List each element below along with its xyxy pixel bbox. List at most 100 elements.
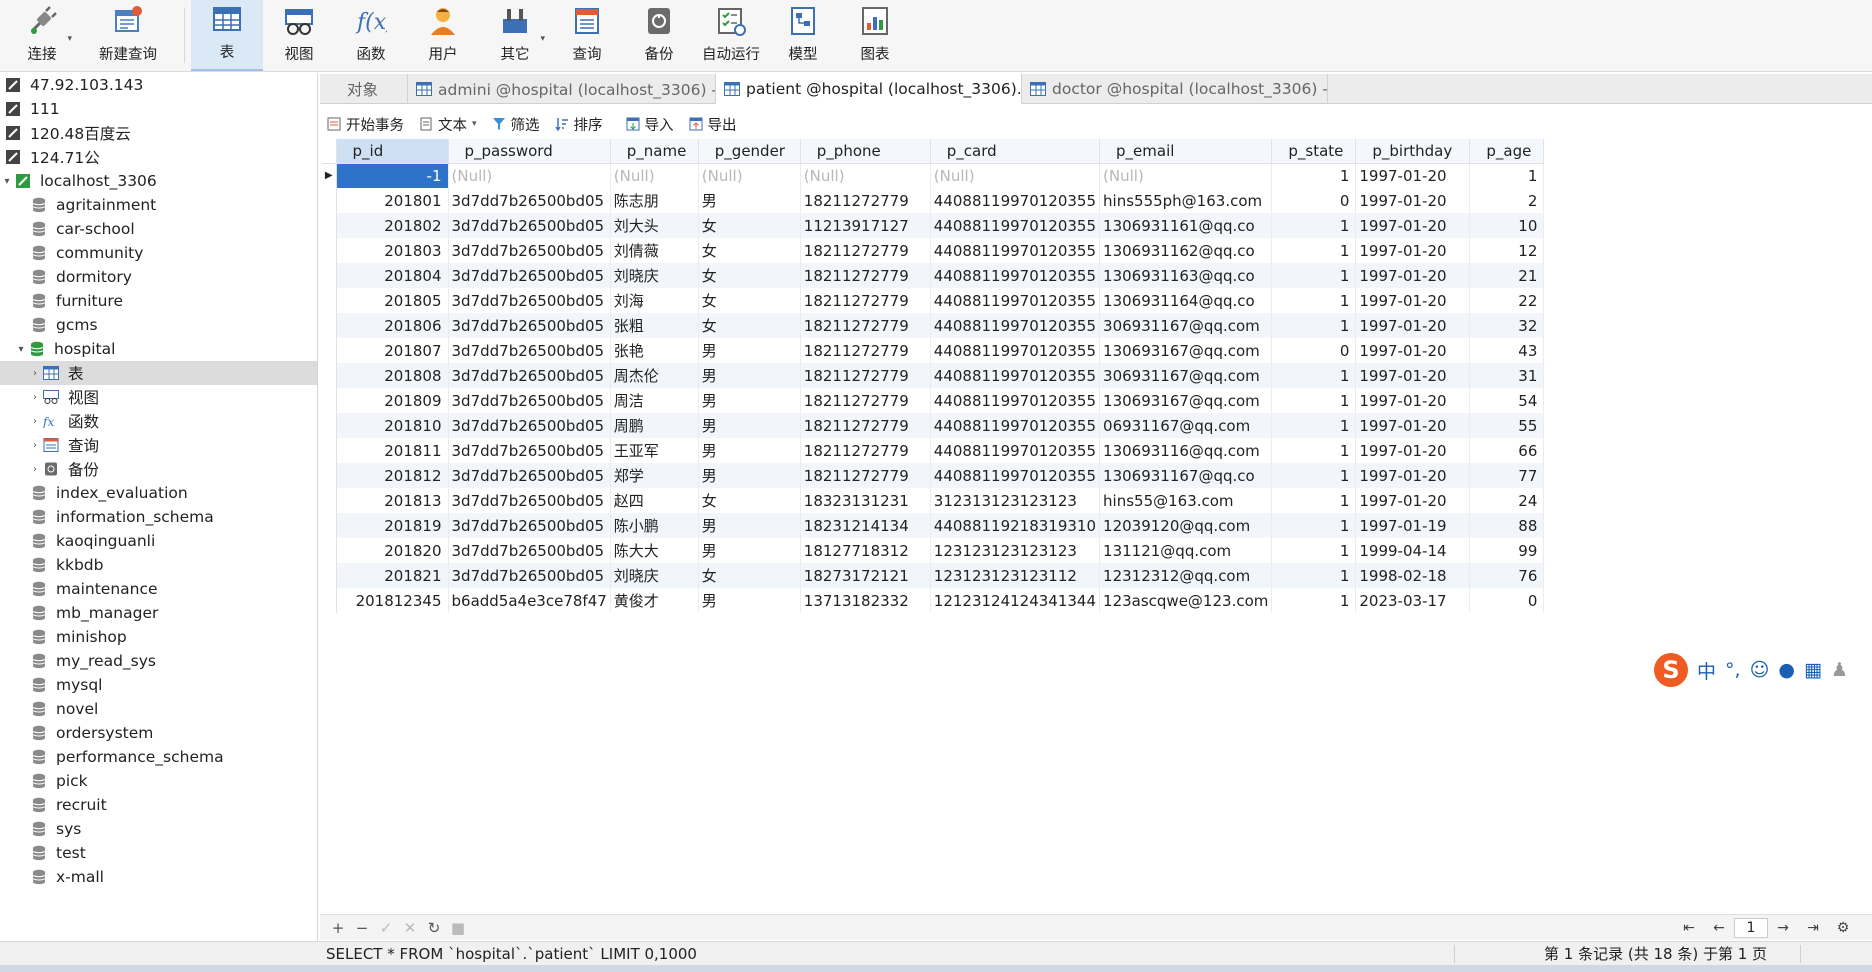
grid-cell[interactable]: 男 — [698, 538, 801, 563]
grid-cell[interactable]: 44088119970120355 — [930, 363, 1101, 388]
grid-cell[interactable]: 1997-01-20 — [1355, 338, 1471, 363]
grid-cell[interactable]: 刘大头 — [610, 213, 699, 238]
row-header[interactable] — [322, 263, 337, 288]
grid-cell[interactable]: 21 — [1469, 263, 1545, 288]
grid-cell[interactable]: 3d7dd7b26500bd05 — [448, 463, 611, 488]
tab-patient[interactable]: patient @hospital (localhost_3306)... × — [716, 74, 1022, 104]
autorun-button[interactable]: 自动运行 — [695, 0, 767, 71]
grid-cell[interactable]: 306931167@qq.com — [1099, 313, 1273, 338]
grid-cell[interactable]: 1997-01-20 — [1355, 463, 1471, 488]
database-node[interactable]: furniture — [0, 289, 317, 313]
grid-cell[interactable]: 18211272779 — [800, 413, 931, 438]
grid-cell[interactable]: 1997-01-20 — [1355, 163, 1471, 188]
grid-cell[interactable]: 0 — [1469, 588, 1545, 613]
grid-cell[interactable]: 201803 — [336, 238, 449, 263]
grid-cell[interactable]: 1999-04-14 — [1355, 538, 1471, 563]
grid-cell[interactable]: 1997-01-19 — [1355, 513, 1471, 538]
selected-cell[interactable]: -1 — [336, 163, 449, 188]
grid-cell[interactable]: 88 — [1469, 513, 1545, 538]
connection-node[interactable]: 111 — [0, 97, 317, 121]
null-cell[interactable]: (Null) — [610, 163, 699, 188]
gear-icon[interactable]: ⚙ — [1828, 920, 1858, 936]
grid-cell[interactable]: 44088119970120355 — [930, 313, 1101, 338]
grid-cell[interactable]: 3d7dd7b26500bd05 — [448, 538, 611, 563]
grid-cell[interactable]: 44088119970120355 — [930, 438, 1101, 463]
grid-cell[interactable]: 赵四 — [610, 488, 699, 513]
grid-cell[interactable]: 24 — [1469, 488, 1545, 513]
grid-cell[interactable]: 黄俊才 — [610, 588, 699, 613]
grid-cell[interactable]: 1 — [1271, 313, 1357, 338]
database-node[interactable]: dormitory — [0, 265, 317, 289]
grid-cell[interactable]: 18211272779 — [800, 238, 931, 263]
grid-cell[interactable]: 1 — [1271, 563, 1357, 588]
delete-record-icon[interactable]: − — [350, 919, 374, 937]
grid-cell[interactable]: 1997-01-20 — [1355, 363, 1471, 388]
last-page-icon[interactable]: ⇥ — [1798, 920, 1828, 936]
database-node[interactable]: kaoqinguanli — [0, 529, 317, 553]
database-node[interactable]: recruit — [0, 793, 317, 817]
grid-cell[interactable]: 99 — [1469, 538, 1545, 563]
database-node[interactable]: pick — [0, 769, 317, 793]
grid-cell[interactable]: 3d7dd7b26500bd05 — [448, 488, 611, 513]
schema-folder-node[interactable]: › fx 函数 — [0, 409, 317, 433]
grid-cell[interactable]: 1997-01-20 — [1355, 288, 1471, 313]
grid-cell[interactable]: 18211272779 — [800, 338, 931, 363]
row-header[interactable] — [322, 238, 337, 263]
grid-cell[interactable]: 1306931162@qq.co — [1099, 238, 1273, 263]
null-cell[interactable]: (Null) — [800, 163, 931, 188]
table-row[interactable]: 201804 3d7dd7b26500bd05 刘晓庆女 18211272779 440… — [322, 263, 1545, 288]
refresh-icon[interactable]: ↻ — [422, 919, 446, 937]
grid-cell[interactable]: 06931167@qq.com — [1099, 413, 1273, 438]
grid-cell[interactable]: 306931167@qq.com — [1099, 363, 1273, 388]
database-node[interactable]: my_read_sys — [0, 649, 317, 673]
grid-cell[interactable]: 131121@qq.com — [1099, 538, 1273, 563]
row-header[interactable] — [322, 413, 337, 438]
ime-toolbar[interactable]: S 中 °, ☺ ● ▦ ♟ — [1654, 652, 1872, 688]
grid-cell[interactable]: 3d7dd7b26500bd05 — [448, 288, 611, 313]
grid-cell[interactable]: 周洁 — [610, 388, 699, 413]
grid-cell[interactable]: 201811 — [336, 438, 449, 463]
grid-cell[interactable]: 1 — [1271, 263, 1357, 288]
grid-cell[interactable]: 1306931167@qq.co — [1099, 463, 1273, 488]
text-button[interactable]: 文本 ▾ — [418, 114, 477, 135]
expand-chevron-icon[interactable]: › — [28, 392, 42, 403]
connection-node[interactable]: 47.92.103.143 — [0, 73, 317, 97]
expand-chevron-icon[interactable]: ▾ — [0, 176, 14, 187]
row-header[interactable] — [322, 338, 337, 363]
column-header-p-phone[interactable]: p_phone — [800, 139, 931, 164]
table-row[interactable]: 201809 3d7dd7b26500bd05 周洁男 18211272779 4408… — [322, 388, 1545, 413]
dropdown-caret-icon[interactable]: ▾ — [67, 34, 72, 44]
grid-cell[interactable]: 陈大大 — [610, 538, 699, 563]
grid-cell[interactable]: 18211272779 — [800, 363, 931, 388]
grid-cell[interactable]: 男 — [698, 363, 801, 388]
grid-cell[interactable]: 13713182332 — [800, 588, 931, 613]
grid-cell[interactable]: 201820 — [336, 538, 449, 563]
grid-cell[interactable]: 201808 — [336, 363, 449, 388]
database-node[interactable]: mysql — [0, 673, 317, 697]
grid-cell[interactable]: 201821 — [336, 563, 449, 588]
grid-cell[interactable]: 201807 — [336, 338, 449, 363]
row-header[interactable] — [322, 463, 337, 488]
microphone-icon[interactable]: ● — [1778, 659, 1795, 681]
schema-folder-node[interactable]: › 视图 — [0, 385, 317, 409]
grid-cell[interactable]: 1 — [1469, 163, 1545, 188]
row-header[interactable] — [322, 288, 337, 313]
column-header-p-gender[interactable]: p_gender — [698, 139, 801, 164]
table-row[interactable]: 201821 3d7dd7b26500bd05 刘晓庆女 18273172121 123… — [322, 563, 1545, 588]
grid-cell[interactable]: 女 — [698, 488, 801, 513]
row-header[interactable] — [322, 563, 337, 588]
grid-cell[interactable]: 123ascqwe@123.com — [1099, 588, 1273, 613]
grid-cell[interactable]: 1 — [1271, 238, 1357, 263]
grid-cell[interactable]: 201810 — [336, 413, 449, 438]
grid-cell[interactable]: 1997-01-20 — [1355, 188, 1471, 213]
tab-doctor[interactable]: doctor @hospital (localhost_3306) - ... — [1022, 74, 1328, 104]
other-button[interactable]: 其它 ▾ — [479, 0, 551, 71]
next-page-icon[interactable]: → — [1768, 920, 1798, 936]
schema-folder-node[interactable]: › 表 — [0, 361, 317, 385]
grid-cell[interactable]: 1306931164@qq.co — [1099, 288, 1273, 313]
sogou-logo-icon[interactable]: S — [1654, 653, 1688, 687]
grid-cell[interactable]: 201809 — [336, 388, 449, 413]
column-header-p-password[interactable]: p_password — [448, 139, 611, 164]
grid-cell[interactable]: 周杰伦 — [610, 363, 699, 388]
prev-page-icon[interactable]: ← — [1704, 920, 1734, 936]
